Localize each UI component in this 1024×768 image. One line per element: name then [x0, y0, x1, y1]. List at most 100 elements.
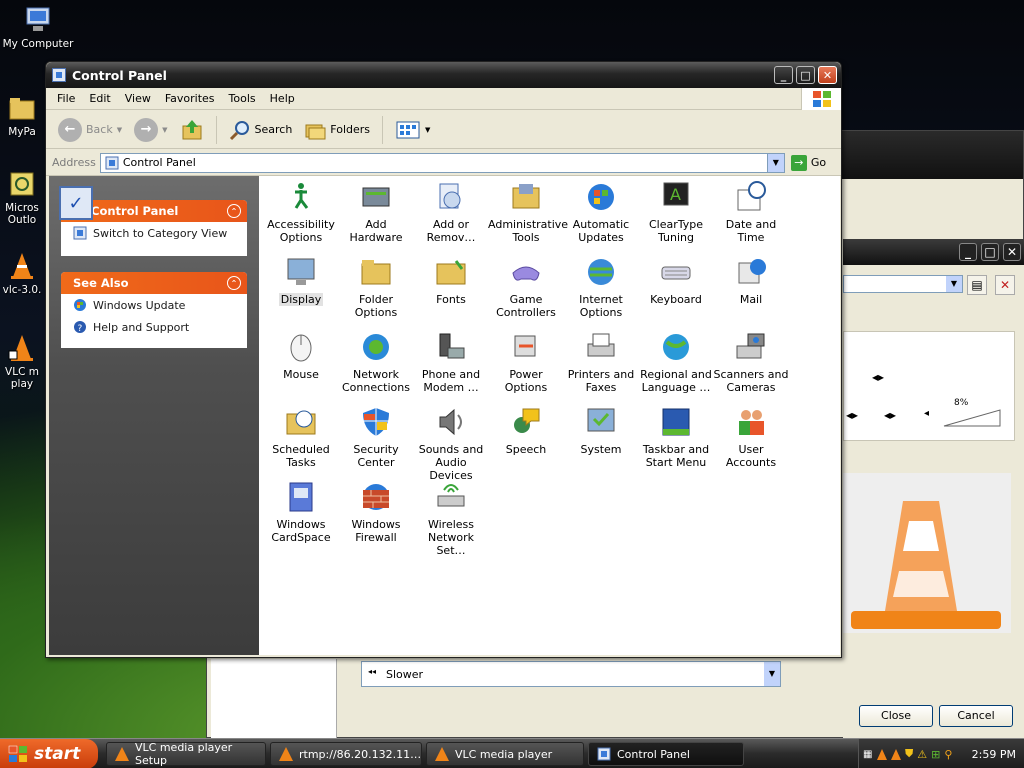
control-panel-item-security-center[interactable]: Security Center: [338, 405, 414, 469]
up-folder-icon: [182, 119, 201, 139]
minimize-button[interactable]: _: [959, 243, 977, 261]
control-panel-item-add-remove-programs[interactable]: Add or Remov…: [413, 180, 489, 244]
chevron-down-icon[interactable]: ▼: [766, 153, 784, 172]
control-panel-item-user-accounts[interactable]: User Accounts: [713, 405, 789, 469]
vlc-tray-icon[interactable]: [891, 748, 901, 760]
address-input[interactable]: Control Panel ▼: [99, 152, 785, 173]
desktop-icon-my-computer[interactable]: My Computer: [0, 4, 76, 50]
close-button[interactable]: ✕: [818, 66, 837, 84]
control-panel-item-system[interactable]: System: [563, 405, 639, 456]
control-panel-item-speech[interactable]: Speech: [488, 405, 564, 456]
menu-favorites[interactable]: Favorites: [158, 92, 222, 105]
back-button[interactable]: ← Back ▼: [54, 115, 126, 145]
menu-file[interactable]: File: [50, 92, 82, 105]
desktop-icon-mypa[interactable]: MyPa: [0, 92, 50, 138]
speech-icon: [509, 405, 543, 439]
taskbar-button-vlc-setup[interactable]: VLC media player Setup: [106, 741, 266, 767]
warning-icon[interactable]: ⚠: [917, 748, 927, 761]
vlc-logo: [843, 473, 1011, 633]
menu-help[interactable]: Help: [263, 92, 302, 105]
switch-category-view-link[interactable]: Switch to Category View: [61, 222, 247, 244]
clock[interactable]: 2:59 PM: [972, 748, 1016, 761]
taskbar-button-vlc-player[interactable]: VLC media player: [426, 742, 584, 766]
desktop-icon-label: Micros Outlo: [5, 202, 39, 226]
control-panel-item-mail[interactable]: Mail: [713, 255, 789, 306]
search-button[interactable]: Search: [225, 115, 297, 145]
control-panel-item-fonts[interactable]: Fonts: [413, 255, 489, 306]
search-icon[interactable]: ⚲: [944, 748, 952, 761]
network-icon[interactable]: ⊞: [931, 748, 940, 761]
control-panel-item-internet-options[interactable]: Internet Options: [563, 255, 639, 319]
control-panel-item-speaker[interactable]: Sounds and Audio Devices: [413, 405, 489, 482]
control-panel-icon: [105, 156, 119, 169]
control-panel-item-wireless-network[interactable]: Wireless Network Set…: [413, 480, 489, 557]
taskbar-button-control-panel[interactable]: Control Panel: [588, 742, 744, 766]
security-shield-icon[interactable]: ⛊: [905, 747, 913, 761]
desktop-icon-vlc-player[interactable]: VLC m play: [0, 332, 50, 390]
control-panel-item-network-connections[interactable]: Network Connections: [338, 330, 414, 394]
control-panel-item-cardspace[interactable]: Windows CardSpace: [263, 480, 339, 544]
minimize-button[interactable]: _: [774, 66, 793, 84]
collapse-icon[interactable]: ⌃: [227, 204, 241, 218]
control-panel-item-mouse[interactable]: Mouse: [263, 330, 339, 381]
control-panel-item-display[interactable]: Display: [263, 255, 339, 306]
toolbar-separator: [382, 115, 384, 144]
menu-tools[interactable]: Tools: [222, 92, 263, 105]
cancel-button[interactable]: Cancel: [939, 705, 1013, 727]
delete-icon[interactable]: ✕: [995, 275, 1015, 295]
help-icon: ?: [74, 321, 86, 334]
control-panel-item-folder-options[interactable]: Folder Options: [338, 255, 414, 319]
collapse-icon[interactable]: ⌃: [227, 276, 241, 290]
back-label: Back: [86, 123, 113, 136]
control-panel-item-phone-modem[interactable]: Phone and Modem …: [413, 330, 489, 394]
maximize-button[interactable]: □: [981, 243, 999, 261]
control-panel-item-label: Administrative Tools: [488, 218, 569, 244]
control-panel-item-date-time[interactable]: Date and Time: [713, 180, 789, 244]
folders-button[interactable]: Folders: [300, 115, 374, 145]
maximize-button[interactable]: □: [796, 66, 815, 84]
edit-icon[interactable]: ▤: [967, 275, 987, 295]
help-support-link[interactable]: ? Help and Support: [61, 316, 247, 338]
control-panel-item-printer[interactable]: Printers and Faxes: [563, 330, 639, 394]
desktop-icon-vlc-installer[interactable]: vlc-3.0.: [0, 250, 50, 296]
title-bar[interactable]: Control Panel _ □ ✕: [46, 62, 841, 88]
control-panel-item-game-controller[interactable]: Game Controllers: [488, 255, 564, 319]
chevron-down-icon[interactable]: ▼: [764, 662, 780, 686]
go-button[interactable]: → Go: [790, 154, 826, 171]
desktop-icon-label: MyPa: [8, 126, 36, 138]
control-panel-item-power-options[interactable]: Power Options: [488, 330, 564, 394]
start-button[interactable]: start: [0, 739, 98, 768]
tray-expand-icon[interactable]: ▦: [863, 749, 872, 760]
menu-edit[interactable]: Edit: [82, 92, 117, 105]
views-button[interactable]: ▼: [391, 115, 434, 145]
close-button[interactable]: Close: [859, 705, 933, 727]
regional-language-icon: [659, 330, 693, 364]
see-also-header[interactable]: See Also ⌃: [61, 272, 247, 294]
vlc-tray-icon[interactable]: [877, 748, 887, 760]
control-panel-item-automatic-updates[interactable]: Automatic Updates: [563, 180, 639, 244]
menu-view[interactable]: View: [118, 92, 158, 105]
close-icon[interactable]: ✕: [1003, 243, 1021, 261]
control-panel-box: ✓ Control Panel ⌃ Switch to Category Vie…: [59, 186, 247, 256]
windows-update-link[interactable]: Windows Update: [61, 294, 247, 316]
forward-button[interactable]: → ▼: [130, 115, 171, 145]
vlc-dropdown[interactable]: ▼: [843, 275, 963, 293]
volume-slider[interactable]: [942, 408, 1002, 428]
go-arrow-icon: →: [790, 154, 807, 171]
up-folder-button[interactable]: [176, 115, 208, 145]
control-panel-item-cleartype[interactable]: A ClearType Tuning: [638, 180, 714, 244]
control-panel-item-scheduled-tasks[interactable]: Scheduled Tasks: [263, 405, 339, 469]
control-panel-item-taskbar[interactable]: Taskbar and Start Menu: [638, 405, 714, 469]
control-panel-item-keyboard[interactable]: Keyboard: [638, 255, 714, 306]
control-panel-item-regional-language[interactable]: Regional and Language …: [638, 330, 714, 394]
control-panel-item-label: Internet Options: [579, 293, 623, 319]
desktop-icon-outlook[interactable]: Micros Outlo: [0, 168, 50, 226]
control-panel-item-scanner-camera[interactable]: Scanners and Cameras: [713, 330, 789, 394]
vlc-speed-list[interactable]: ◂◂ Slower ▼: [361, 661, 781, 687]
control-panel-item-add-hardware[interactable]: Add Hardware: [338, 180, 414, 244]
taskbar-button-rtmp[interactable]: rtmp://86.20.132.11…: [270, 742, 422, 766]
desktop-icon-label: My Computer: [2, 38, 74, 50]
control-panel-item-firewall[interactable]: Windows Firewall: [338, 480, 414, 544]
control-panel-item-administrative-tools[interactable]: Administrative Tools: [488, 180, 568, 244]
control-panel-item-accessibility[interactable]: Accessibility Options: [263, 180, 339, 244]
